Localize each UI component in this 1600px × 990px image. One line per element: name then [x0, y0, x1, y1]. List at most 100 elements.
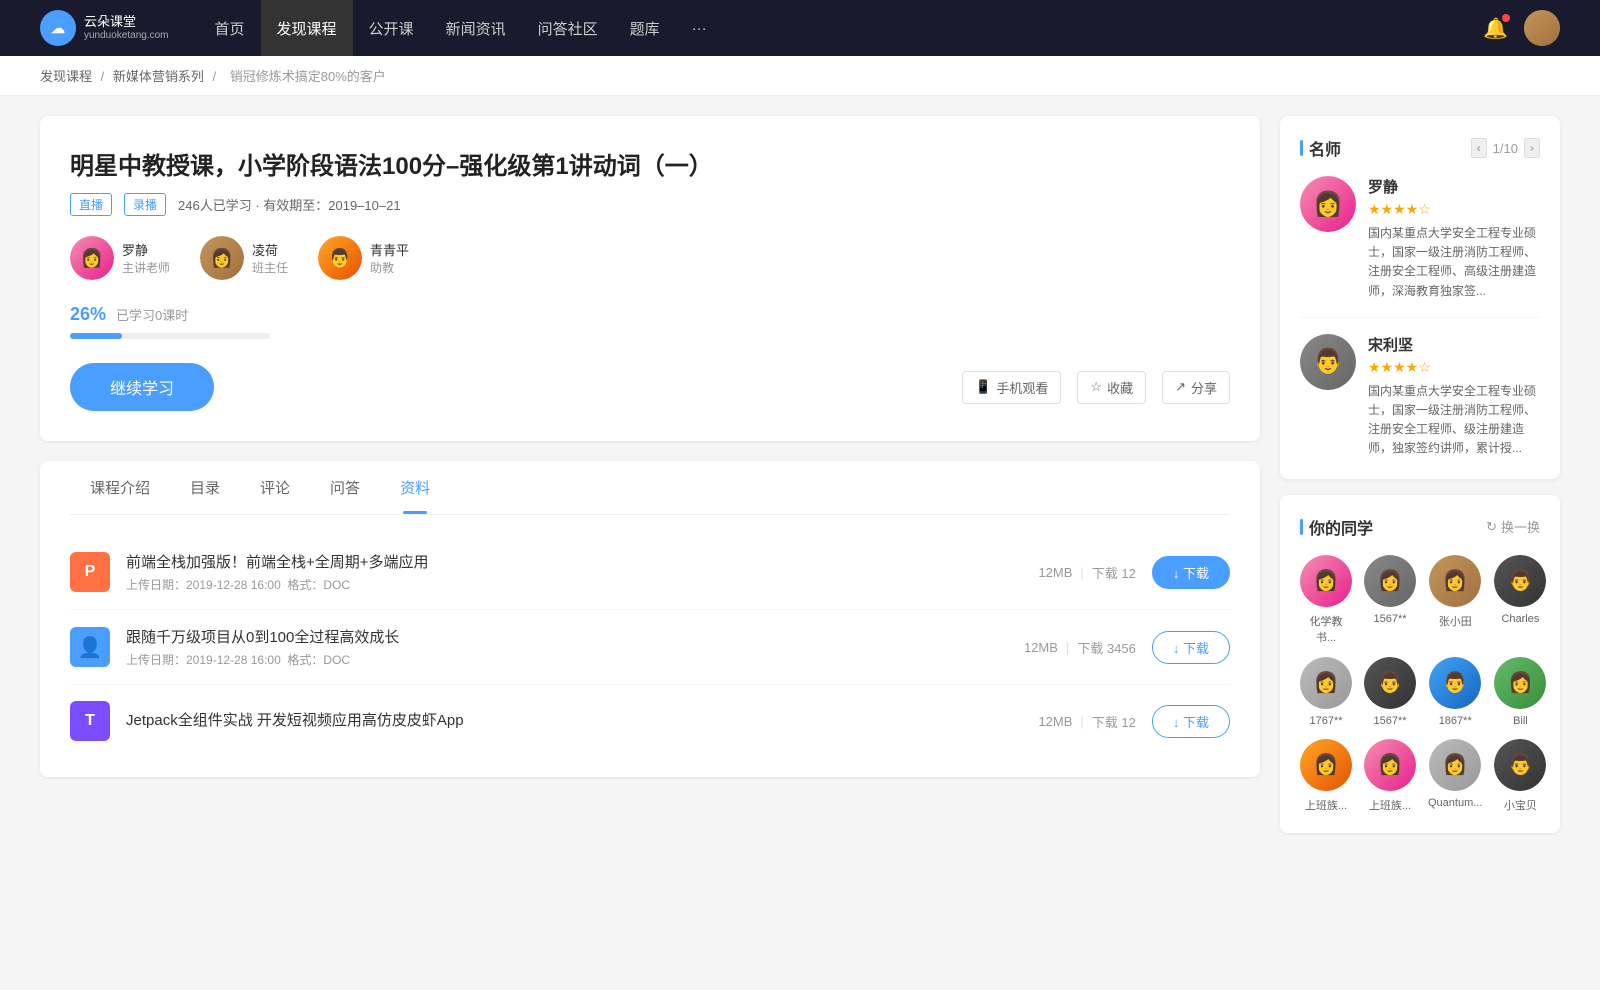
classmate-avatar-9: 👩 [1364, 739, 1416, 791]
course-actions: 继续学习 📱 手机观看 ☆ 收藏 ↗ 分享 [70, 363, 1230, 411]
nav-more[interactable]: ··· [676, 0, 723, 56]
classmate-11[interactable]: 👨 小宝贝 [1494, 739, 1546, 813]
mobile-view-button[interactable]: 📱 手机观看 [962, 371, 1061, 404]
classmate-name-8: 上班族... [1305, 797, 1347, 813]
breadcrumb-current: 销冠修炼术搞定80%的客户 [230, 69, 386, 84]
teacher-1-avatar: 👩 [200, 236, 244, 280]
teachers-panel: 名师 ‹ 1/10 › 👩 罗静 ★★★★☆ 国内某重点大学安全工程专业硕士 [1280, 116, 1560, 479]
course-meta: 直播 录播 246人已学习 · 有效期至：2019–10–21 [70, 193, 1230, 216]
nav-public[interactable]: 公开课 [353, 0, 430, 56]
classmate-name-6: 1867** [1439, 715, 1472, 727]
tab-review[interactable]: 评论 [240, 461, 310, 514]
tab-qa[interactable]: 问答 [310, 461, 380, 514]
file-meta-1: 上传日期：2019-12-28 16:00 格式：DOC [126, 651, 1008, 668]
nav-news[interactable]: 新闻资讯 [430, 0, 522, 56]
file-meta-0: 上传日期：2019-12-28 16:00 格式：DOC [126, 576, 1022, 593]
classmate-2[interactable]: 👩 张小田 [1428, 555, 1482, 645]
next-teacher-button[interactable]: › [1524, 138, 1540, 158]
logo-icon: ☁ [40, 10, 76, 46]
file-info-2: Jetpack全组件实战 开发短视频应用高仿皮皮虾App [126, 709, 1022, 734]
classmate-avatar-8: 👩 [1300, 739, 1352, 791]
notification-bell[interactable]: 🔔 [1483, 16, 1508, 41]
classmate-avatar-4: 👩 [1300, 657, 1352, 709]
teacher-desc-1: 国内某重点大学安全工程专业硕士，国家一级注册消防工程师、注册安全工程师、级注册建… [1368, 382, 1540, 459]
logo-text: 云朵课堂 yunduoketang.com [84, 14, 169, 42]
classmate-name-11: 小宝贝 [1504, 797, 1537, 813]
classmate-avatar-5: 👨 [1364, 657, 1416, 709]
teacher-profile-name-1: 宋利坚 [1368, 334, 1540, 355]
download-button-1[interactable]: ↓ 下载 [1152, 631, 1230, 664]
teachers-panel-title: 名师 [1300, 136, 1341, 160]
classmates-header: 你的同学 ↻ 换一换 [1300, 515, 1540, 539]
nav-quiz[interactable]: 题库 [614, 0, 676, 56]
star-icon: ☆ [1090, 379, 1102, 395]
action-buttons: 📱 手机观看 ☆ 收藏 ↗ 分享 [962, 371, 1230, 404]
classmate-avatar-11: 👨 [1494, 739, 1546, 791]
classmate-1[interactable]: 👩 1567** [1364, 555, 1416, 645]
teacher-0: 👩 罗静 主讲老师 [70, 236, 170, 280]
teacher-2-name: 青青平 [370, 240, 409, 259]
favorite-button[interactable]: ☆ 收藏 [1077, 371, 1146, 404]
badge-record: 录播 [124, 193, 166, 216]
tabs-header: 课程介绍 目录 评论 问答 资料 [70, 461, 1230, 515]
classmate-3[interactable]: 👨 Charles [1494, 555, 1546, 645]
teacher-0-role: 主讲老师 [122, 259, 170, 276]
classmate-8[interactable]: 👩 上班族... [1300, 739, 1352, 813]
course-card: 明星中教授课，小学阶段语法100分–强化级第1讲动词（一） 直播 录播 246人… [40, 116, 1260, 441]
classmate-avatar-0: 👩 [1300, 555, 1352, 607]
breadcrumb-link-1[interactable]: 发现课程 [40, 69, 92, 84]
nav-discover[interactable]: 发现课程 [261, 0, 353, 56]
breadcrumb-link-2[interactable]: 新媒体营销系列 [113, 69, 204, 84]
classmate-10[interactable]: 👩 Quantum... [1428, 739, 1482, 813]
file-name-1: 跟随千万级项目从0到100全过程高效成长 [126, 626, 1008, 647]
classmate-name-4: 1767** [1309, 715, 1342, 727]
classmate-9[interactable]: 👩 上班族... [1364, 739, 1416, 813]
teacher-page: 1/10 [1493, 141, 1518, 156]
teachers-list: 👩 罗静 主讲老师 👩 凌荷 班主任 [70, 236, 1230, 280]
nav-right: 🔔 [1483, 10, 1560, 46]
logo[interactable]: ☁ 云朵课堂 yunduoketang.com [40, 10, 169, 46]
mobile-icon: 📱 [975, 379, 991, 395]
right-panel: 名师 ‹ 1/10 › 👩 罗静 ★★★★☆ 国内某重点大学安全工程专业硕士 [1280, 116, 1560, 849]
nav-qa[interactable]: 问答社区 [522, 0, 614, 56]
teacher-profile-info-1: 宋利坚 ★★★★☆ 国内某重点大学安全工程专业硕士，国家一级注册消防工程师、注册… [1368, 334, 1540, 459]
classmate-0[interactable]: 👩 化学教书... [1300, 555, 1352, 645]
classmate-avatar-3: 👨 [1494, 555, 1546, 607]
tab-materials[interactable]: 资料 [380, 461, 450, 514]
prev-teacher-button[interactable]: ‹ [1471, 138, 1487, 158]
download-button-2[interactable]: ↓ 下载 [1152, 705, 1230, 738]
teacher-1-name: 凌荷 [252, 240, 288, 259]
progress-text: 已学习0课时 [116, 305, 188, 324]
teacher-2-role: 助教 [370, 259, 409, 276]
share-button[interactable]: ↗ 分享 [1162, 371, 1230, 404]
classmate-5[interactable]: 👨 1567** [1364, 657, 1416, 727]
course-meta-text: 246人已学习 · 有效期至：2019–10–21 [178, 195, 401, 214]
nav-home[interactable]: 首页 [199, 0, 261, 56]
progress-fill [70, 333, 122, 339]
progress-percent: 26% [70, 304, 106, 325]
badge-live: 直播 [70, 193, 112, 216]
download-button-0[interactable]: ↓ 下载 [1152, 556, 1230, 589]
teacher-2: 👨 青青平 助教 [318, 236, 409, 280]
navbar: ☁ 云朵课堂 yunduoketang.com 首页 发现课程 公开课 新闻资讯… [0, 0, 1600, 56]
teacher-desc-0: 国内某重点大学安全工程专业硕士，国家一级注册消防工程师、注册安全工程师、高级注册… [1368, 224, 1540, 301]
continue-button[interactable]: 继续学习 [70, 363, 214, 411]
file-name-0: 前端全栈加强版！前端全栈+全周期+多端应用 [126, 551, 1022, 572]
teacher-1-role: 班主任 [252, 259, 288, 276]
main-content: 明星中教授课，小学阶段语法100分–强化级第1讲动词（一） 直播 录播 246人… [0, 96, 1600, 869]
teacher-profile-info-0: 罗静 ★★★★☆ 国内某重点大学安全工程专业硕士，国家一级注册消防工程师、注册安… [1368, 176, 1540, 301]
classmate-name-3: Charles [1501, 613, 1539, 625]
tab-catalog[interactable]: 目录 [170, 461, 240, 514]
classmate-7[interactable]: 👩 Bill [1494, 657, 1546, 727]
teachers-panel-nav: ‹ 1/10 › [1471, 138, 1540, 158]
tab-intro[interactable]: 课程介绍 [70, 461, 170, 514]
classmate-avatar-7: 👩 [1494, 657, 1546, 709]
classmate-4[interactable]: 👩 1767** [1300, 657, 1352, 727]
classmate-6[interactable]: 👨 1867** [1428, 657, 1482, 727]
nav-items: 首页 发现课程 公开课 新闻资讯 问答社区 题库 ··· [199, 0, 1484, 56]
classmate-name-0: 化学教书... [1300, 613, 1352, 645]
user-avatar[interactable] [1524, 10, 1560, 46]
refresh-button[interactable]: ↻ 换一换 [1486, 517, 1540, 536]
teacher-profile-1: 👨 宋利坚 ★★★★☆ 国内某重点大学安全工程专业硕士，国家一级注册消防工程师、… [1300, 334, 1540, 459]
left-panel: 明星中教授课，小学阶段语法100分–强化级第1讲动词（一） 直播 录播 246人… [40, 116, 1260, 849]
